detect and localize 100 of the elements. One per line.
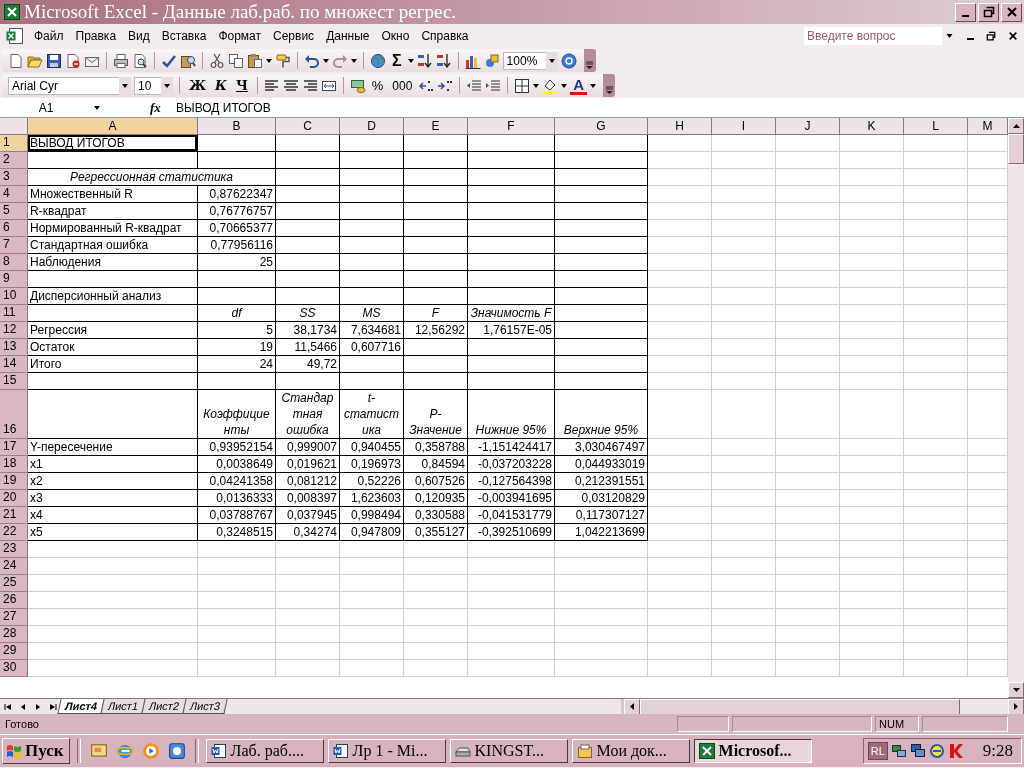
row-header[interactable]: 16 [0,390,28,439]
row-header[interactable]: 29 [0,643,28,660]
scroll-left-button[interactable] [624,698,640,715]
scroll-right-button[interactable] [1008,698,1024,715]
taskbar-button[interactable]: Microsof... [693,739,812,763]
row-header[interactable]: 30 [0,660,28,677]
globe-icon[interactable] [370,52,386,69]
taskbar-button[interactable]: Мои док... [571,739,690,763]
row-header[interactable]: 19 [0,473,28,490]
align-right-icon[interactable] [301,77,318,94]
column-header[interactable]: B [198,118,276,135]
copy-icon[interactable] [228,52,244,69]
menu-item[interactable]: Правка [69,27,123,45]
column-header[interactable]: C [276,118,340,135]
row-header[interactable]: 1 [0,135,28,152]
caret-icon[interactable] [561,83,568,88]
desktop-icon[interactable] [89,742,108,760]
caret-icon[interactable] [94,105,100,110]
row-header[interactable]: 25 [0,575,28,592]
underline-button[interactable]: Ч [232,78,251,93]
language-indicator[interactable]: RL [867,742,888,760]
menu-item[interactable]: Вид [122,27,156,45]
thousands-button[interactable]: 000 [389,78,416,93]
caret-icon[interactable] [946,34,953,38]
help-icon[interactable] [560,52,577,69]
formula-field[interactable]: ВЫВОД ИТОГОВ [176,100,271,115]
paste-icon[interactable] [247,52,263,69]
minimize-button[interactable] [955,2,976,22]
percent-button[interactable]: % [368,78,387,93]
italic-button[interactable]: К [212,78,230,93]
first-sheet-icon[interactable] [4,702,12,711]
column-header[interactable]: M [968,118,1008,135]
row-header[interactable]: 24 [0,558,28,575]
column-header[interactable]: J [776,118,840,135]
row-header[interactable]: 15 [0,373,28,390]
font-size-dropdown[interactable]: 10 [134,76,162,95]
print-preview-icon[interactable] [132,52,148,69]
row-header[interactable]: 17 [0,439,28,456]
save-icon[interactable] [46,52,62,69]
zoom-dropdown[interactable]: 100% [502,51,547,70]
menu-item[interactable]: Файл [28,27,70,45]
sheet-tab[interactable]: Лист4 [57,699,105,714]
antivirus-icon[interactable] [947,743,964,759]
scrollbar-thumb[interactable] [1008,134,1024,164]
caret-icon[interactable] [590,83,597,88]
format-painter-icon[interactable] [275,52,291,69]
column-header[interactable]: L [904,118,968,135]
dropdown-button[interactable] [161,76,173,95]
last-sheet-icon[interactable] [49,702,57,711]
column-header[interactable]: K [840,118,904,135]
menu-item[interactable]: Справка [415,27,475,45]
insert-function-button[interactable]: fx [150,99,170,116]
scrollbar-thumb[interactable] [640,698,960,715]
sync-icon[interactable] [928,743,945,759]
row-header[interactable]: 11 [0,305,28,322]
start-button[interactable]: Пуск [2,738,70,764]
network-icon[interactable] [890,743,907,759]
row-header[interactable]: 2 [0,152,28,169]
vertical-scrollbar[interactable] [1008,118,1024,698]
taskbar-button[interactable]: Лаб. раб.... [205,739,324,763]
name-box[interactable]: A1 [0,98,92,117]
row-header[interactable]: 8 [0,254,28,271]
scroll-down-button[interactable] [1008,682,1024,698]
sheet-tab[interactable]: Лист2 [141,699,187,714]
caret-icon[interactable] [351,58,357,63]
row-header[interactable]: 21 [0,507,28,524]
taskbar-button[interactable]: KINGST... [449,739,568,763]
autosum-button[interactable]: Σ [389,51,405,70]
close-button[interactable] [1001,2,1022,22]
row-header[interactable]: 6 [0,220,28,237]
help-field[interactable]: Введите вопрос [804,27,942,45]
sort-ascending-icon[interactable] [416,52,433,69]
row-header[interactable]: 10 [0,288,28,305]
sheet-tab[interactable]: Лист1 [100,699,146,714]
menu-item[interactable]: Вставка [155,27,213,45]
row-header[interactable]: 26 [0,592,28,609]
app-icon[interactable] [167,742,186,760]
caret-icon[interactable] [407,58,414,63]
menu-item[interactable]: Сервис [267,27,321,45]
previous-sheet-icon[interactable] [19,702,27,711]
sort-descending-icon[interactable] [435,52,452,69]
row-header[interactable]: 3 [0,169,28,186]
align-center-icon[interactable] [282,77,299,94]
print-icon[interactable] [113,52,129,69]
menu-item[interactable]: Данные [320,27,376,45]
column-header[interactable]: G [555,118,648,135]
media-player-icon[interactable] [141,742,160,760]
borders-icon[interactable] [514,77,531,94]
new-file-icon[interactable] [8,52,24,69]
select-all-button[interactable] [0,118,28,135]
menu-item[interactable]: Формат [212,27,268,45]
row-header[interactable]: 4 [0,186,28,203]
row-header[interactable]: 28 [0,626,28,643]
row-header[interactable]: 7 [0,237,28,254]
font-color-button[interactable]: A [570,76,588,95]
computer-icon[interactable] [909,743,926,759]
column-header[interactable]: D [340,118,404,135]
row-header[interactable]: 13 [0,339,28,356]
next-sheet-icon[interactable] [34,702,42,711]
row-header[interactable]: 14 [0,356,28,373]
